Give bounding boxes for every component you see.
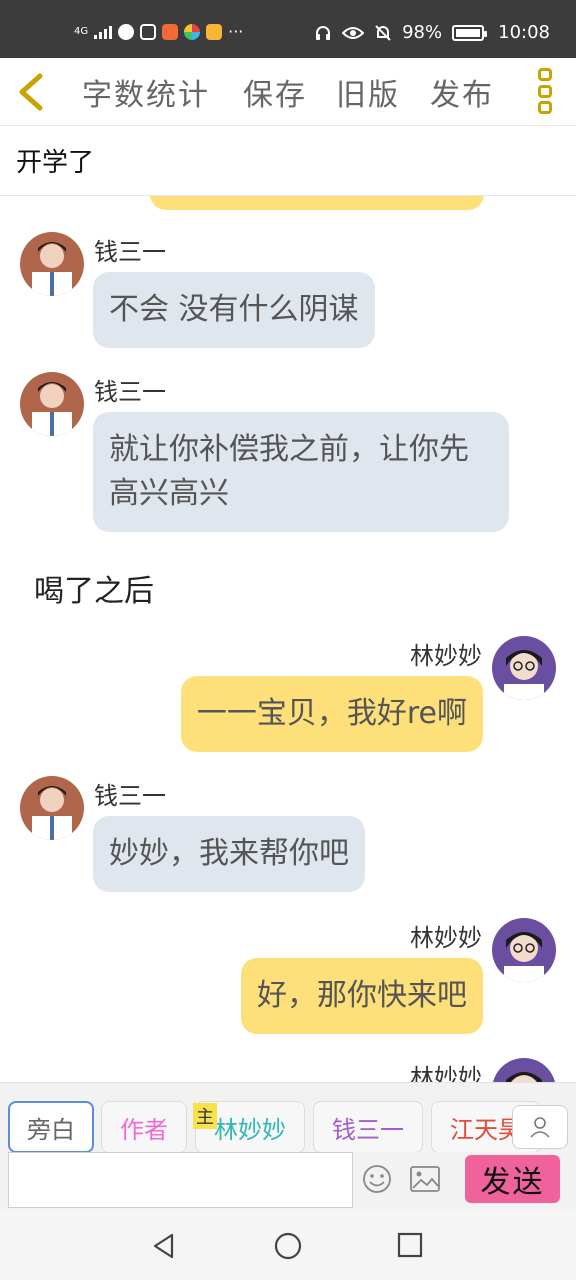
sender-name: 林妙妙 <box>410 1064 482 1082</box>
avatar[interactable] <box>20 372 84 436</box>
system-navigation <box>0 1210 576 1280</box>
send-label: 发送 <box>480 1165 545 1200</box>
avatar[interactable] <box>492 636 556 700</box>
previous-message-bubble <box>150 196 484 210</box>
message-row[interactable]: 林妙妙 <box>136 1058 556 1082</box>
battery-icon <box>452 24 488 41</box>
role-label: 旁白 <box>27 1115 75 1144</box>
old-version-button[interactable]: 旧版 <box>336 70 400 114</box>
message-bubble[interactable]: 好，那你快来吧 <box>241 958 483 1034</box>
eye-icon <box>342 26 365 39</box>
sender-name: 钱三一 <box>94 782 166 810</box>
sender-name: 林妙妙 <box>410 924 482 952</box>
role-label: 钱三一 <box>332 1115 404 1144</box>
avatar[interactable] <box>492 918 556 982</box>
save-button[interactable]: 保存 <box>243 70 307 114</box>
main-role-badge: 主 <box>193 1103 217 1129</box>
role-qiansanyi[interactable]: 钱三一 <box>313 1101 423 1152</box>
sender-name: 林妙妙 <box>410 642 482 670</box>
avatar[interactable] <box>20 232 84 296</box>
manage-roles-button[interactable] <box>512 1105 568 1149</box>
more-notifications: ··· <box>228 22 244 41</box>
chevron-left-icon[interactable] <box>14 72 50 112</box>
role-selector: 旁白 作者 林妙妙 主 钱三一 江天昊 <box>0 1082 576 1152</box>
publish-button[interactable]: 发布 <box>430 70 494 114</box>
top-toolbar: 字数统计 保存 旧版 发布 <box>0 58 576 126</box>
clock: 10:08 <box>498 22 550 43</box>
app-icon <box>206 23 223 40</box>
avatar[interactable] <box>492 1058 556 1082</box>
story-title[interactable]: 开学了 <box>16 142 94 179</box>
emoji-icon[interactable] <box>362 1164 392 1194</box>
app-icon <box>162 23 179 40</box>
narration-text[interactable]: 喝了之后 <box>34 566 154 610</box>
role-author[interactable]: 作者 <box>101 1101 187 1152</box>
role-label: 作者 <box>120 1115 168 1144</box>
message-row[interactable]: 林妙妙 好，那你快来吧 <box>136 918 556 1038</box>
word-count-button[interactable]: 字数统计 <box>82 70 210 114</box>
message-input[interactable] <box>8 1152 353 1208</box>
recents-square-icon[interactable] <box>397 1232 423 1258</box>
message-row[interactable]: 林妙妙 一一宝贝，我好re啊 <box>136 636 556 756</box>
globe-icon <box>118 23 135 40</box>
more-vertical-icon[interactable] <box>538 68 554 114</box>
role-narration[interactable]: 旁白 <box>8 1101 94 1152</box>
app-icon <box>184 23 201 40</box>
input-bar: 发送 <box>0 1152 576 1210</box>
sender-name: 钱三一 <box>94 378 166 406</box>
status-right: 98% 10:08 <box>314 22 550 43</box>
signal-icon <box>94 25 113 39</box>
chat-area[interactable]: 钱三一 不会 没有什么阴谋 钱三一 就让你补偿我之前，让你先高兴高兴 喝了之后 … <box>0 196 576 1082</box>
story-title-bar: 开学了 <box>0 126 576 196</box>
status-left: 4G ··· <box>74 22 243 41</box>
message-bubble[interactable]: 不会 没有什么阴谋 <box>93 272 375 348</box>
send-button[interactable]: 发送 <box>465 1155 560 1203</box>
home-circle-icon[interactable] <box>274 1232 302 1260</box>
status-bar: 4G ··· 98% 10:08 <box>0 0 576 58</box>
app-icon <box>140 23 157 40</box>
battery-percent: 98% <box>402 22 443 43</box>
network-label: 4G <box>74 26 89 37</box>
mute-bell-icon <box>375 24 391 41</box>
user-icon <box>530 1117 550 1138</box>
message-bubble[interactable]: 一一宝贝，我好re啊 <box>180 676 483 752</box>
back-triangle-icon[interactable] <box>150 1232 178 1260</box>
message-bubble[interactable]: 妙妙，我来帮你吧 <box>93 816 365 892</box>
message-row[interactable]: 钱三一 不会 没有什么阴谋 <box>20 232 420 352</box>
message-bubble[interactable]: 就让你补偿我之前，让你先高兴高兴 <box>93 412 509 532</box>
message-row[interactable]: 钱三一 就让你补偿我之前，让你先高兴高兴 <box>20 372 520 542</box>
headset-icon <box>316 25 331 40</box>
sender-name: 钱三一 <box>94 238 166 266</box>
message-row[interactable]: 钱三一 妙妙，我来帮你吧 <box>20 776 420 896</box>
image-icon[interactable] <box>410 1166 440 1192</box>
role-label: 林妙妙 <box>214 1115 286 1144</box>
avatar[interactable] <box>20 776 84 840</box>
